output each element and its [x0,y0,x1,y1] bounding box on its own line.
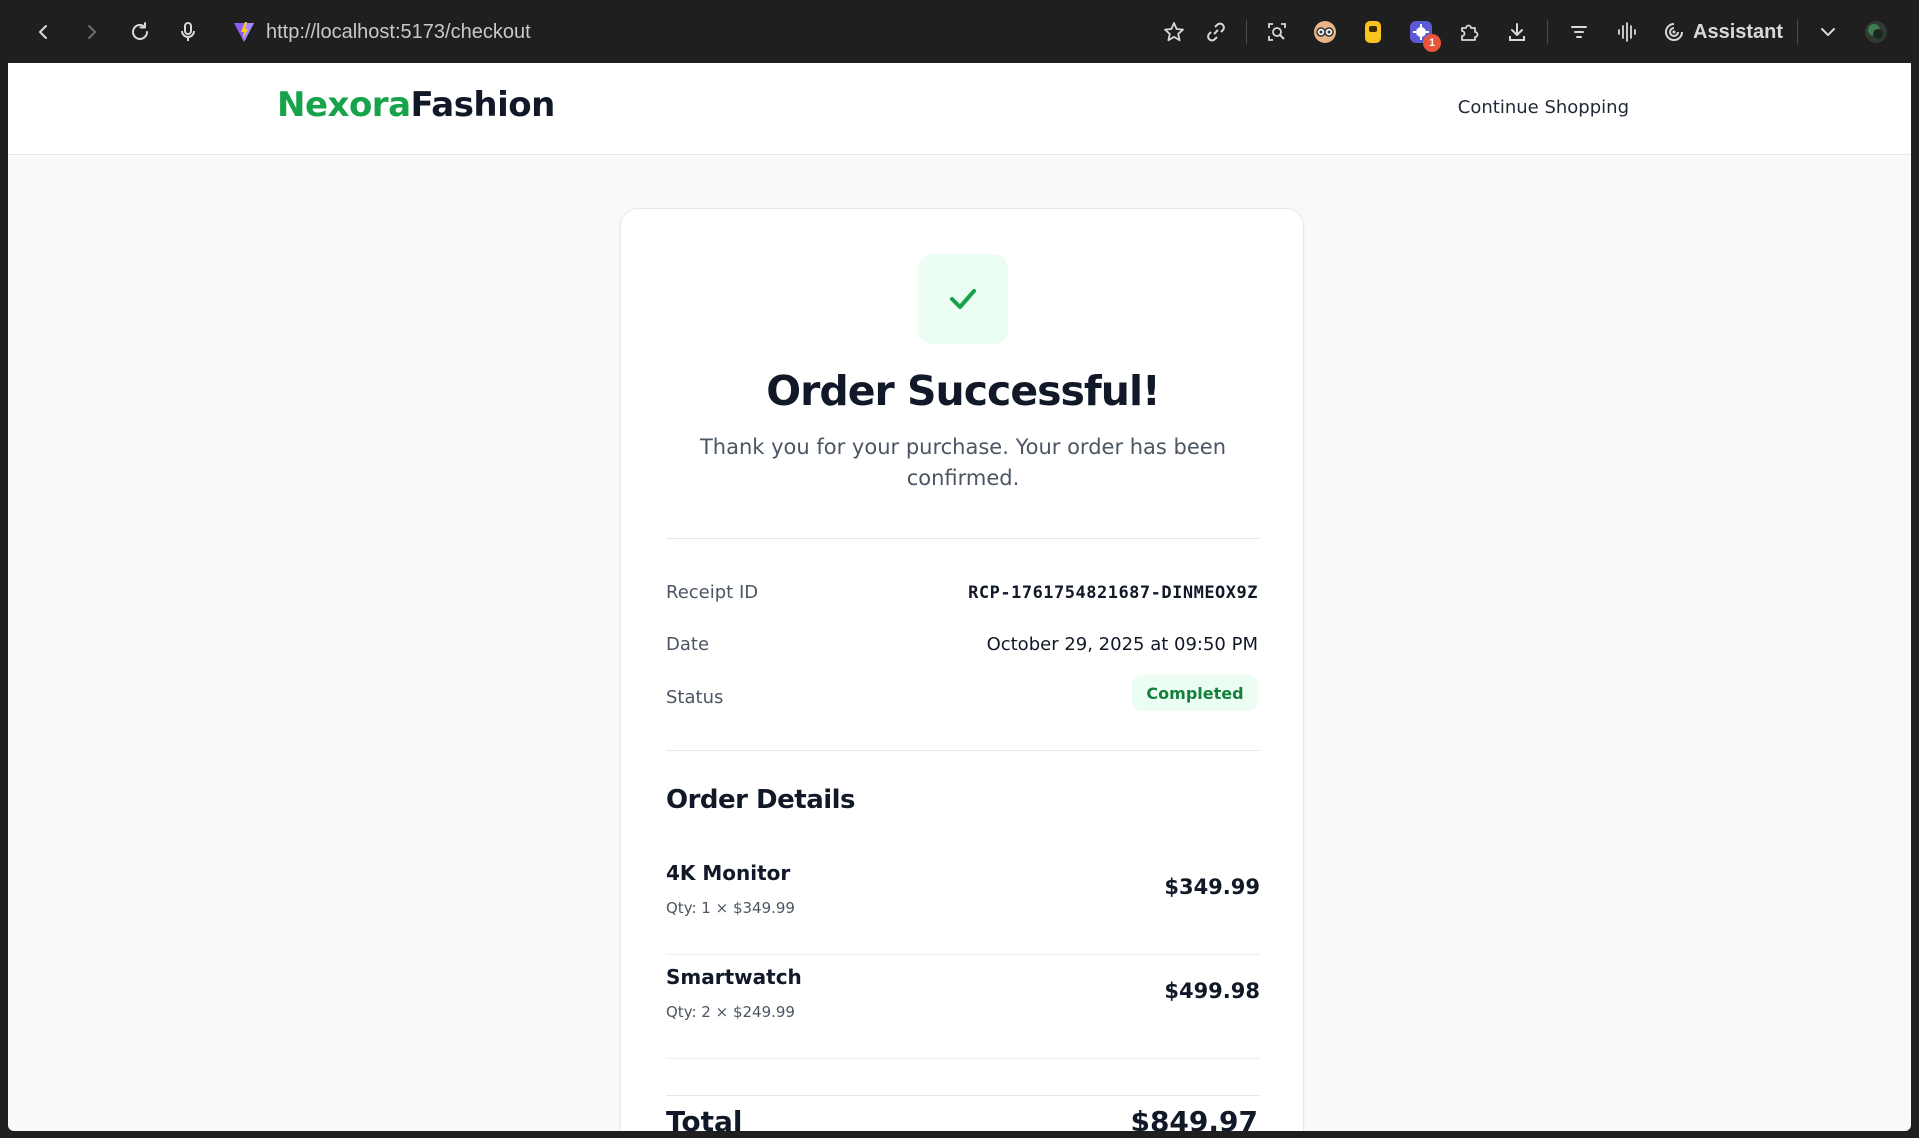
order-item: Smartwatch Qty: 2 × $249.99 $499.98 [666,955,1260,1059]
forward-icon[interactable] [76,17,106,47]
brand-name-part1: Nexora [277,85,411,125]
lens-icon[interactable] [1261,16,1293,48]
url-text[interactable]: http://localhost:5173/checkout [266,21,531,44]
download-icon[interactable] [1501,16,1533,48]
link-icon[interactable] [1200,16,1232,48]
window-frame-bottom [0,1131,1919,1138]
item-quantity: Qty: 2 × $249.99 [666,1003,795,1021]
item-price: $499.98 [1164,979,1260,1003]
divider [666,1095,1260,1096]
total-label: Total [666,1105,743,1131]
reading-list-icon[interactable] [1563,16,1595,48]
total-value: $849.97 [1130,1105,1258,1131]
receipt-id-value: RCP-1761754821687-DINMEOX9Z [968,583,1258,603]
star-icon[interactable] [1158,16,1190,48]
toolbar-separator [1547,20,1548,44]
vite-logo-icon [232,20,256,44]
item-price: $349.99 [1164,875,1260,899]
confirmation-message: Thank you for your purchase. Your order … [699,435,1227,490]
divider [666,750,1260,751]
assistant-icon [1663,21,1685,43]
order-item: 4K Monitor Qty: 1 × $349.99 $349.99 [666,851,1260,955]
reload-icon[interactable] [125,17,155,47]
extension-badge-count: 1 [1423,34,1441,52]
voice-wave-icon[interactable] [1611,16,1643,48]
status-badge: Completed [1132,675,1258,711]
assistant-button[interactable]: Assistant [1663,17,1783,47]
extension-yellow-icon[interactable] [1357,16,1389,48]
divider [666,538,1260,539]
chevron-down-icon[interactable] [1812,16,1844,48]
toolbar-separator [1246,20,1247,44]
success-check-icon [918,254,1008,344]
address-bar[interactable]: http://localhost:5173/checkout [232,14,531,50]
status-label: Status [666,687,724,708]
toolbar-separator [1797,20,1798,44]
brand-logo[interactable]: NexoraFashion [277,85,555,125]
continue-shopping-link[interactable]: Continue Shopping [1458,97,1629,118]
microphone-icon[interactable] [173,17,203,47]
extension-badge-icon[interactable]: 1 [1405,16,1441,52]
date-value: October 29, 2025 at 09:50 PM [986,634,1258,655]
brand-name-part2: Fashion [410,85,556,125]
browser-toolbar: http://localhost:5173/checkout 1 Assista… [0,0,1919,63]
back-icon[interactable] [29,17,59,47]
item-name: 4K Monitor [666,861,791,885]
puzzle-icon[interactable] [1453,16,1485,48]
order-details-heading: Order Details [666,785,856,815]
assistant-label: Assistant [1693,20,1784,43]
page-viewport: NexoraFashion Continue Shopping Order Su… [8,63,1911,1131]
receipt-id-label: Receipt ID [666,582,759,603]
profile-icon[interactable] [1860,16,1892,48]
site-header: NexoraFashion Continue Shopping [8,63,1911,155]
page-title: Order Successful! [766,367,1160,415]
extension-face-icon[interactable] [1309,16,1341,48]
item-name: Smartwatch [666,965,802,989]
order-confirmation-card: Order Successful! Thank you for your pur… [620,208,1304,1131]
item-quantity: Qty: 1 × $349.99 [666,899,795,917]
date-label: Date [666,634,710,655]
